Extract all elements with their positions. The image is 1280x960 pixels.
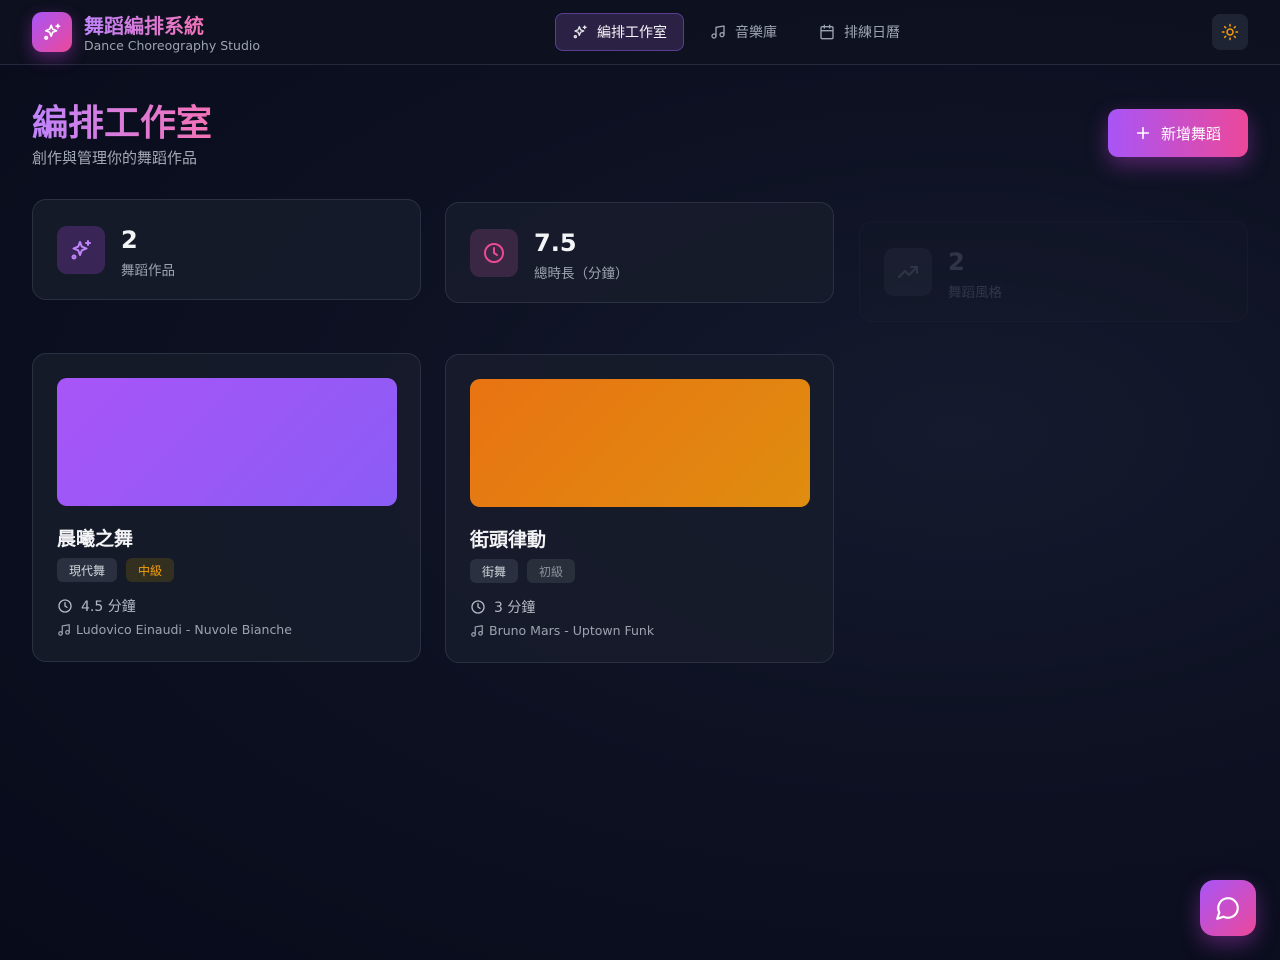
brand-subtitle: Dance Choreography Studio [84, 38, 261, 53]
sun-icon [1221, 23, 1239, 41]
stat-card-dances: 2 舞蹈作品 [32, 199, 421, 300]
dance-title: 晨曦之舞 [57, 528, 134, 550]
stat-icon-box [470, 229, 518, 277]
sparkles-icon [573, 25, 587, 39]
stat-label: 舞蹈作品 [121, 263, 175, 279]
page-subtitle: 創作與管理你的舞蹈作品 [32, 149, 198, 167]
plus-icon [1136, 126, 1150, 140]
dance-cover [57, 378, 397, 506]
nav-item-label: 排練日曆 [844, 25, 900, 41]
theme-toggle-button[interactable] [1212, 14, 1248, 50]
stat-icon-box [57, 226, 105, 274]
dance-duration: 4.5 分鐘 [57, 596, 136, 616]
sparkles-icon [44, 23, 61, 40]
trending-up-icon [898, 266, 918, 278]
stat-value: 7.5 [534, 229, 577, 257]
clock-icon [484, 243, 504, 263]
music-note-icon [58, 623, 70, 636]
add-dance-button[interactable]: 新增舞蹈 [1108, 109, 1248, 157]
music-text: Ludovico Einaudi - Nuvole Bianche [76, 622, 292, 637]
dance-title: 街頭律動 [470, 529, 547, 551]
dance-music: Bruno Mars - Uptown Funk [470, 623, 654, 638]
level-tag: 中級 [126, 558, 175, 582]
duration-text: 4.5 分鐘 [81, 599, 136, 615]
nav-item-label: 編排工作室 [597, 25, 667, 41]
dance-card[interactable]: 晨曦之舞 現代舞 中級 4.5 分鐘 Ludovico Einaudi - Nu… [32, 353, 421, 662]
chat-button[interactable] [1200, 880, 1256, 936]
stat-card-duration: 7.5 總時長（分鐘） [445, 202, 834, 303]
clock-icon [58, 599, 72, 613]
sparkles-icon [71, 240, 91, 260]
stat-value: 2 [121, 226, 138, 254]
dance-tags: 街舞 初級 [470, 559, 576, 583]
app-header: 舞蹈編排系統 Dance Choreography Studio 編排工作室 音… [0, 0, 1280, 65]
stat-card-styles: 2 舞蹈風格 [859, 221, 1248, 322]
nav-item-music-library[interactable]: 音樂庫 [694, 13, 793, 51]
app-logo[interactable] [32, 12, 72, 52]
calendar-icon [820, 24, 834, 40]
level-tag: 初級 [527, 559, 576, 583]
clock-icon [471, 600, 485, 614]
stat-label: 總時長（分鐘） [534, 266, 629, 282]
stat-value: 2 [948, 248, 965, 276]
music-text: Bruno Mars - Uptown Funk [489, 623, 655, 638]
nav-item-calendar[interactable]: 排練日曆 [803, 13, 916, 51]
nav-item-studio[interactable]: 編排工作室 [555, 13, 684, 51]
music-note-icon [711, 25, 725, 39]
dance-duration: 3 分鐘 [470, 597, 535, 617]
dance-card[interactable]: 街頭律動 街舞 初級 3 分鐘 Bruno Mars - Uptown Funk [445, 354, 834, 663]
duration-text: 3 分鐘 [494, 600, 536, 616]
stat-label: 舞蹈風格 [948, 285, 1002, 301]
dance-music: Ludovico Einaudi - Nuvole Bianche [57, 622, 292, 637]
stat-icon-box [884, 248, 932, 296]
chat-bubble-icon [1216, 897, 1239, 920]
page-title: 編排工作室 [32, 94, 212, 146]
dance-tags: 現代舞 中級 [57, 558, 175, 582]
music-note-icon [471, 624, 483, 637]
nav-item-label: 音樂庫 [735, 25, 777, 41]
main-nav: 編排工作室 音樂庫 排練日曆 [555, 13, 926, 51]
brand-title: 舞蹈編排系統 [84, 10, 204, 39]
style-tag: 現代舞 [57, 558, 118, 582]
style-tag: 街舞 [470, 559, 519, 583]
add-dance-label: 新增舞蹈 [1160, 124, 1221, 143]
dance-cover [470, 379, 810, 507]
